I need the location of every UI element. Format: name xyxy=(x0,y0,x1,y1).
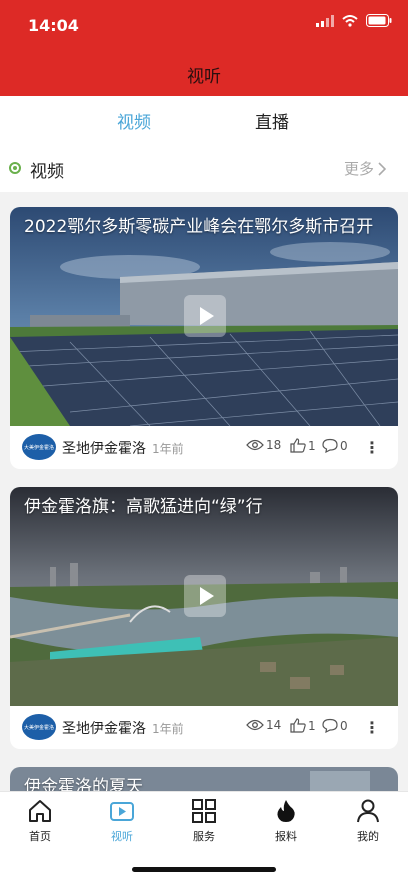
more-options-icon[interactable]: ⋮ xyxy=(364,438,380,457)
more-label: 更多 xyxy=(343,160,374,178)
home-indicator xyxy=(132,867,276,872)
video-card[interactable]: 2022鄂尔多斯零碳产业峰会在鄂尔多斯市召开 大美伊金霍洛 圣地伊金霍洛 1年前… xyxy=(10,207,398,469)
nav-media[interactable]: 视听 xyxy=(92,798,152,844)
tab-video[interactable]: 视频 xyxy=(117,108,151,133)
nav-services[interactable]: 服务 xyxy=(174,798,234,844)
grid-icon xyxy=(192,799,216,823)
likes-count: 1 xyxy=(308,438,316,453)
nav-label: 我的 xyxy=(357,830,379,843)
top-tabs: 视频 直播 xyxy=(0,96,408,144)
like-button[interactable]: 1 xyxy=(290,438,316,453)
app-header: 14:04 视听 xyxy=(0,0,408,96)
nav-label: 服务 xyxy=(193,830,215,843)
author-name[interactable]: 圣地伊金霍洛 xyxy=(62,438,146,458)
nav-label: 首页 xyxy=(29,830,51,843)
nav-report[interactable]: 报料 xyxy=(256,798,316,844)
video-thumbnail[interactable]: 2022鄂尔多斯零碳产业峰会在鄂尔多斯市召开 xyxy=(10,207,398,426)
like-button[interactable]: 1 xyxy=(290,718,316,733)
section-title: 视频 xyxy=(30,162,64,182)
wifi-icon xyxy=(342,14,358,27)
signal-icon xyxy=(316,14,334,27)
avatar[interactable]: 大美伊金霍洛 xyxy=(22,714,56,740)
more-link[interactable]: 更多 xyxy=(344,158,386,179)
views-stat: 18 xyxy=(246,438,281,452)
thumbs-up-icon xyxy=(290,718,306,733)
comment-button[interactable]: 0 xyxy=(322,438,348,453)
nav-label: 视听 xyxy=(111,830,133,843)
section-header: 视频 更多 xyxy=(0,144,408,192)
nav-profile[interactable]: 我的 xyxy=(338,798,398,844)
comments-count: 0 xyxy=(340,718,348,733)
comments-count: 0 xyxy=(340,438,348,453)
video-play-icon xyxy=(110,802,134,821)
comment-button[interactable]: 0 xyxy=(322,718,348,733)
nav-label: 报料 xyxy=(275,830,297,843)
likes-count: 1 xyxy=(308,718,316,733)
video-title: 2022鄂尔多斯零碳产业峰会在鄂尔多斯市召开 xyxy=(24,217,374,237)
comment-icon xyxy=(322,718,338,733)
time-ago: 1年前 xyxy=(152,442,184,456)
video-card[interactable]: 伊金霍洛旗：高歌猛进向“绿”行 大美伊金霍洛 圣地伊金霍洛 1年前 14 1 0… xyxy=(10,487,398,749)
comment-icon xyxy=(322,438,338,453)
thumbs-up-icon xyxy=(290,438,306,453)
chevron-right-icon xyxy=(378,161,386,176)
time-ago: 1年前 xyxy=(152,722,184,736)
status-time: 14:04 xyxy=(28,16,79,35)
eye-icon xyxy=(246,439,264,451)
page-title: 视听 xyxy=(187,67,221,87)
home-icon xyxy=(29,800,51,822)
battery-icon xyxy=(366,14,392,27)
views-count: 18 xyxy=(266,438,282,452)
more-options-icon[interactable]: ⋮ xyxy=(364,718,380,737)
status-icons xyxy=(316,14,392,27)
tab-live[interactable]: 直播 xyxy=(255,108,289,133)
video-thumbnail[interactable]: 伊金霍洛旗：高歌猛进向“绿”行 xyxy=(10,487,398,706)
flame-icon xyxy=(277,800,295,822)
eye-icon xyxy=(246,719,264,731)
play-icon[interactable] xyxy=(184,575,226,617)
nav-home[interactable]: 首页 xyxy=(10,798,70,844)
avatar[interactable]: 大美伊金霍洛 xyxy=(22,434,56,460)
views-count: 14 xyxy=(266,718,282,732)
video-meta: 大美伊金霍洛 圣地伊金霍洛 1年前 18 1 0 ⋮ xyxy=(10,426,398,469)
video-title: 伊金霍洛旗：高歌猛进向“绿”行 xyxy=(24,497,263,517)
video-section-icon xyxy=(9,162,21,174)
author-name[interactable]: 圣地伊金霍洛 xyxy=(62,718,146,738)
user-icon xyxy=(357,799,379,823)
views-stat: 14 xyxy=(246,718,281,732)
video-meta: 大美伊金霍洛 圣地伊金霍洛 1年前 14 1 0 ⋮ xyxy=(10,706,398,749)
play-icon[interactable] xyxy=(184,295,226,337)
avatar-text: 大美伊金霍洛 xyxy=(23,725,54,731)
avatar-text: 大美伊金霍洛 xyxy=(23,445,54,451)
